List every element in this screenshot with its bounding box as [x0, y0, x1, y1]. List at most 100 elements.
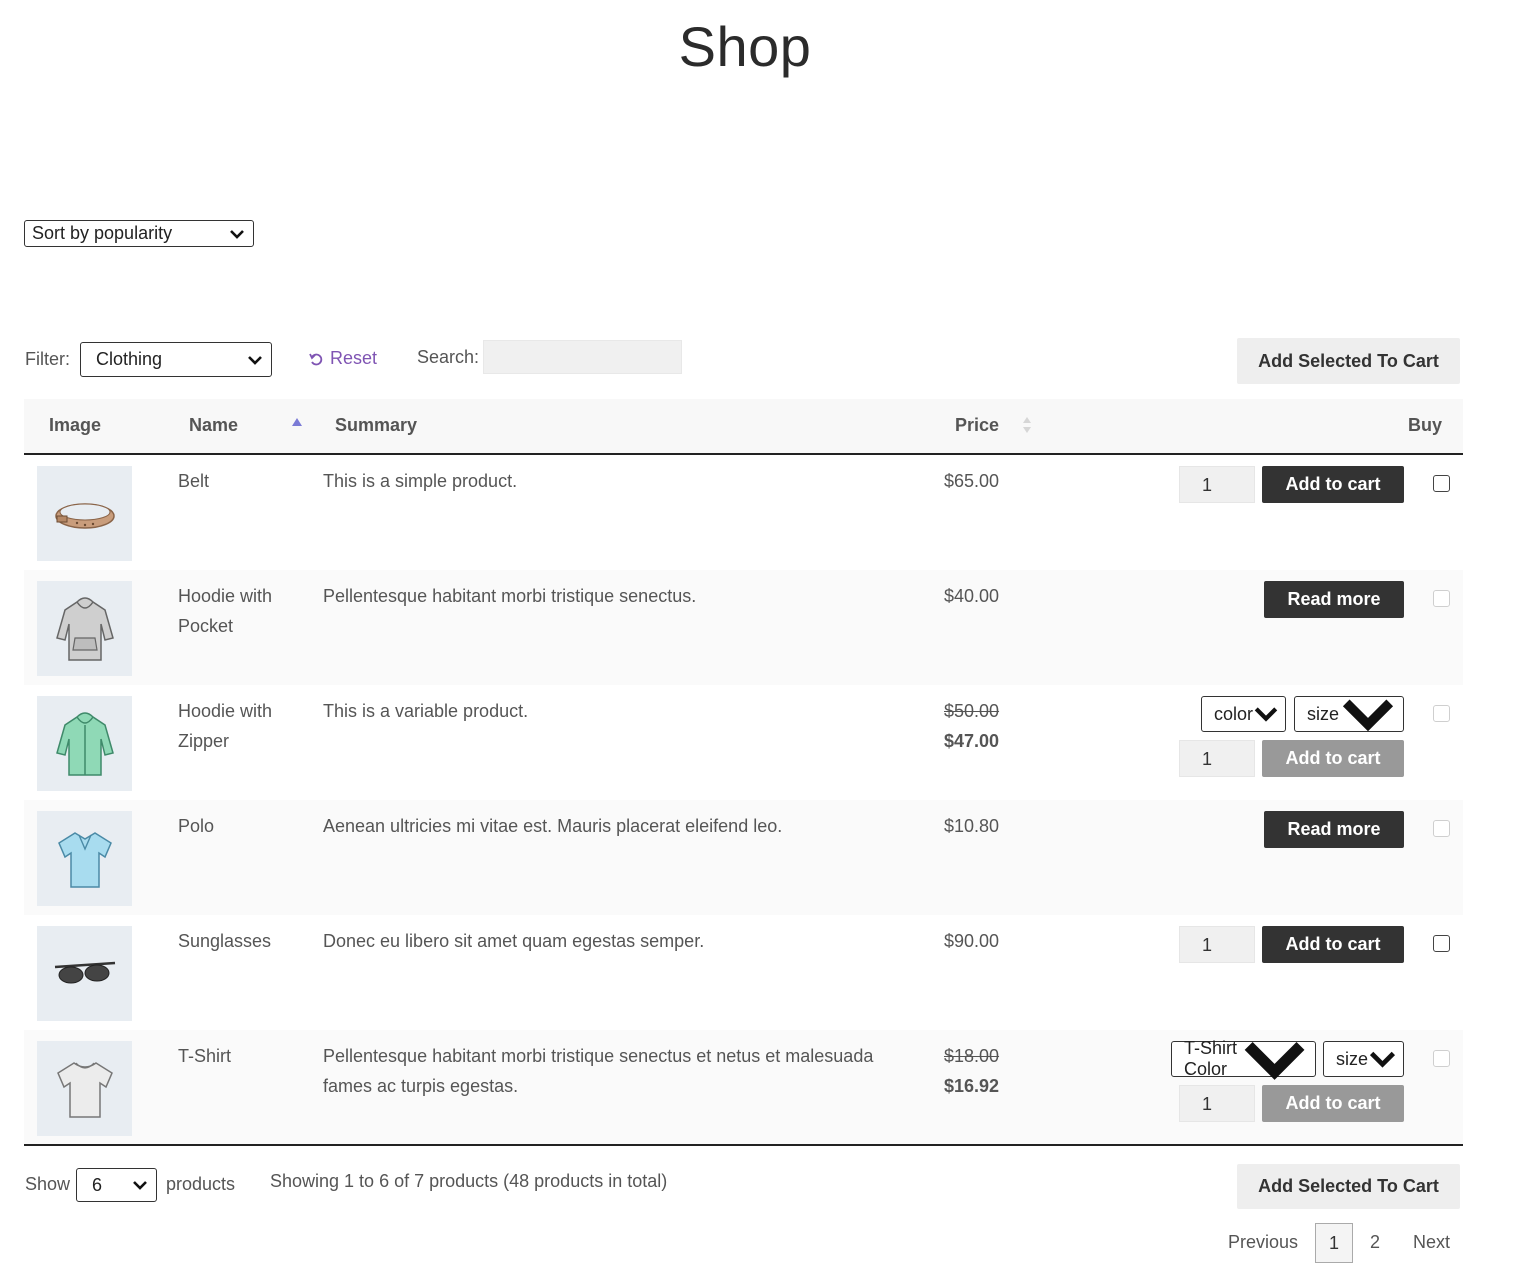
column-header-buy: Buy — [1408, 415, 1443, 435]
sale-price: $47.00 — [944, 731, 1000, 751]
size-select-value: size — [1336, 1048, 1369, 1069]
tshirt-color-select-value: T-Shirt Color — [1184, 1038, 1238, 1079]
add-to-cart-button[interactable]: Add to cart — [1262, 740, 1404, 777]
product-name[interactable]: Hoodie with Pocket — [178, 581, 298, 641]
filter-select[interactable]: Clothing — [80, 342, 272, 377]
hoodie-icon — [55, 596, 114, 661]
read-more-button[interactable]: Read more — [1264, 811, 1404, 848]
product-name[interactable]: Hoodie with Zipper — [178, 696, 298, 756]
color-select[interactable]: color — [1201, 696, 1286, 732]
read-more-button[interactable]: Read more — [1264, 581, 1404, 618]
search-label: Search: — [417, 347, 480, 367]
column-header-image: Image — [49, 415, 102, 435]
add-to-cart-button[interactable]: Add to cart — [1262, 1085, 1404, 1122]
product-price: $40.00 — [944, 586, 1000, 606]
tshirt-icon — [56, 1061, 113, 1118]
product-image[interactable] — [37, 581, 132, 676]
filter-label: Filter: — [25, 349, 70, 369]
pagination-previous[interactable]: Previous — [1228, 1232, 1298, 1253]
chevron-down-icon — [133, 1181, 147, 1190]
products-table: Image Name Summary Price Buy Belt This i… — [24, 399, 1463, 1145]
table-row: Sunglasses Donec eu libero sit amet quam… — [24, 915, 1463, 1030]
buy-checkbox[interactable] — [1433, 1050, 1450, 1067]
reset-label: Reset — [330, 348, 378, 368]
column-header-name[interactable]: Name — [189, 415, 238, 436]
product-price: $65.00 — [944, 471, 1000, 491]
pagination-next[interactable]: Next — [1413, 1232, 1450, 1253]
add-selected-to-cart-button-bottom[interactable]: Add Selected To Cart — [1237, 1164, 1460, 1209]
table-row: Hoodie with Pocket Pellentesque habitant… — [24, 570, 1463, 685]
buy-checkbox[interactable] — [1433, 590, 1450, 607]
add-to-cart-button[interactable]: Add to cart — [1262, 926, 1404, 963]
regular-price: $18.00 — [944, 1046, 1000, 1066]
product-name[interactable]: Polo — [178, 811, 298, 841]
show-label: Show — [25, 1174, 71, 1194]
table-header: Image Name Summary Price Buy — [24, 399, 1463, 455]
chevron-down-icon — [248, 355, 262, 365]
undo-icon — [309, 353, 323, 365]
sort-ascending-icon[interactable] — [292, 418, 302, 426]
product-name[interactable]: Belt — [178, 466, 298, 496]
product-summary: Pellentesque habitant morbi tristique se… — [323, 586, 697, 606]
chevron-down-icon — [1342, 699, 1394, 732]
chevron-down-icon — [1254, 707, 1278, 722]
color-select-value: color — [1214, 703, 1254, 724]
sort-select[interactable]: Sort by popularity — [24, 220, 254, 247]
pagination-page-current[interactable]: 1 — [1315, 1223, 1353, 1263]
regular-price: $50.00 — [944, 701, 1000, 721]
search-input[interactable] — [483, 340, 682, 374]
zip-hoodie-icon — [55, 711, 114, 776]
sort-select-value: Sort by popularity — [32, 223, 173, 243]
quantity-input[interactable]: 1 — [1179, 740, 1255, 777]
table-row: Hoodie with Zipper This is a variable pr… — [24, 685, 1463, 800]
chevron-down-icon — [1244, 1042, 1305, 1080]
add-selected-to-cart-button[interactable]: Add Selected To Cart — [1237, 338, 1460, 384]
table-row: Polo Aenean ultricies mi vitae est. Maur… — [24, 800, 1463, 915]
reset-link[interactable]: Reset — [308, 348, 377, 369]
product-price: $90.00 — [944, 931, 1000, 951]
sale-price: $16.92 — [944, 1076, 1000, 1096]
pagination-page-2[interactable]: 2 — [1370, 1232, 1380, 1253]
buy-checkbox[interactable] — [1433, 935, 1450, 952]
page-title: Shop — [678, 15, 812, 78]
product-image[interactable] — [37, 811, 132, 906]
product-price-group: $50.00 $47.00 — [944, 696, 999, 756]
quantity-input[interactable]: 1 — [1179, 466, 1255, 503]
size-select[interactable]: size — [1294, 696, 1404, 732]
chevron-down-icon — [230, 229, 244, 239]
product-name[interactable]: T-Shirt — [178, 1041, 298, 1071]
page-length-select[interactable]: 6 — [76, 1168, 157, 1202]
table-row: T-Shirt Pellentesque habitant morbi tris… — [24, 1030, 1463, 1145]
product-name[interactable]: Sunglasses — [178, 926, 298, 956]
filter-select-value: Clothing — [96, 349, 163, 369]
size-select[interactable]: size — [1323, 1041, 1404, 1077]
quantity-input[interactable]: 1 — [1179, 1085, 1255, 1122]
buy-checkbox[interactable] — [1433, 475, 1450, 492]
table-info: Showing 1 to 6 of 7 products (48 product… — [270, 1171, 668, 1191]
column-header-price[interactable]: Price — [955, 415, 999, 436]
buy-checkbox[interactable] — [1433, 705, 1450, 722]
product-image[interactable] — [37, 1041, 132, 1136]
product-summary: This is a variable product. — [323, 701, 529, 721]
product-price: $10.80 — [944, 816, 1000, 836]
quantity-input[interactable]: 1 — [1179, 926, 1255, 963]
table-row: Belt This is a simple product. $65.00 1 … — [24, 455, 1463, 570]
polo-icon — [57, 831, 112, 888]
size-select-value: size — [1307, 703, 1340, 724]
sort-both-icon[interactable] — [1022, 415, 1032, 435]
product-image[interactable] — [37, 696, 132, 791]
product-summary: Donec eu libero sit amet quam egestas se… — [323, 931, 705, 951]
product-summary: Aenean ultricies mi vitae est. Mauris pl… — [323, 816, 783, 836]
products-label: products — [166, 1174, 236, 1194]
product-image[interactable] — [37, 466, 132, 561]
page-length-value: 6 — [92, 1174, 103, 1195]
sunglasses-icon — [54, 961, 115, 983]
product-summary: This is a simple product. — [323, 471, 518, 491]
product-price-group: $18.00 $16.92 — [944, 1041, 999, 1101]
tshirt-color-select[interactable]: T-Shirt Color — [1171, 1038, 1316, 1080]
add-to-cart-button[interactable]: Add to cart — [1262, 466, 1404, 503]
buy-checkbox[interactable] — [1433, 820, 1450, 837]
product-image[interactable] — [37, 926, 132, 1021]
table-bottom-border — [24, 1144, 1463, 1146]
column-header-summary: Summary — [335, 415, 418, 435]
